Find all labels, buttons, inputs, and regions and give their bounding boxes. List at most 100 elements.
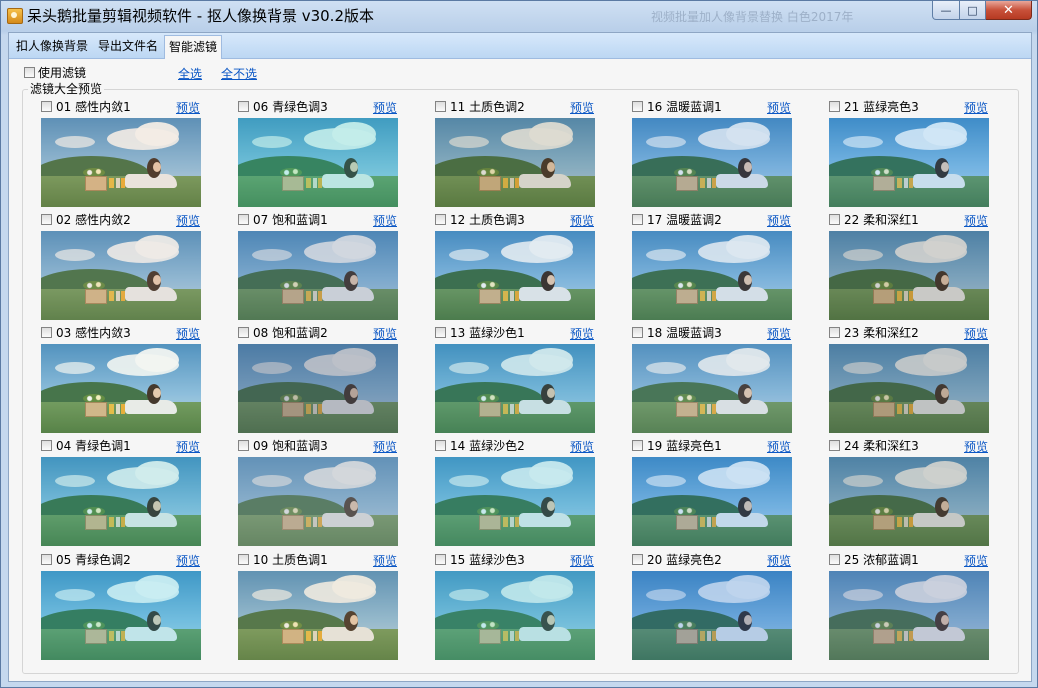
use-filter-checkbox[interactable]: 使用滤镜 <box>24 64 86 81</box>
filter-thumbnail[interactable] <box>829 118 989 207</box>
filter-checkbox[interactable] <box>632 326 643 338</box>
preview-link[interactable]: 预览 <box>373 212 397 229</box>
filter-checkbox[interactable] <box>238 553 249 565</box>
filter-checkbox[interactable] <box>41 439 52 451</box>
filter-checkbox[interactable] <box>41 213 52 225</box>
filter-thumbnail[interactable] <box>238 231 398 320</box>
window-title: 呆头鹅批量剪辑视频软件 - 抠人像换背景 v30.2版本 <box>27 7 374 25</box>
filter-item: 06 青绿色调3 预览 <box>238 98 400 207</box>
filter-thumbnail[interactable] <box>829 344 989 433</box>
preview-link[interactable]: 预览 <box>373 325 397 342</box>
preview-link[interactable]: 预览 <box>767 325 791 342</box>
filter-thumbnail[interactable] <box>238 571 398 660</box>
preview-link[interactable]: 预览 <box>570 438 594 455</box>
preview-link[interactable]: 预览 <box>964 325 988 342</box>
filter-checkbox[interactable] <box>238 326 249 338</box>
filter-checkbox[interactable] <box>238 213 249 225</box>
filter-item: 18 温暖蓝调3 预览 <box>632 324 794 433</box>
close-button[interactable]: ✕ <box>986 1 1032 20</box>
filter-thumbnail[interactable] <box>435 457 595 546</box>
preview-link[interactable]: 预览 <box>176 325 200 342</box>
filter-thumbnail[interactable] <box>238 457 398 546</box>
use-filter-label: 使用滤镜 <box>38 66 87 80</box>
preview-link[interactable]: 预览 <box>176 438 200 455</box>
filter-tint <box>238 571 398 660</box>
preview-link[interactable]: 预览 <box>964 552 988 569</box>
select-all-link[interactable]: 全选 <box>178 65 202 82</box>
deselect-all-link[interactable]: 全不选 <box>221 65 257 82</box>
filter-checkbox[interactable] <box>632 553 643 565</box>
tab-export-filename[interactable]: 导出文件名 <box>94 36 162 57</box>
filter-thumbnail[interactable] <box>829 231 989 320</box>
filter-checkbox[interactable] <box>829 439 840 451</box>
preview-link[interactable]: 预览 <box>570 212 594 229</box>
filter-checkbox[interactable] <box>435 326 446 338</box>
filter-item: 24 柔和深红3 预览 <box>829 437 991 546</box>
filter-thumbnail[interactable] <box>632 118 792 207</box>
filter-checkbox[interactable] <box>41 553 52 565</box>
filter-thumbnail[interactable] <box>41 231 201 320</box>
preview-link[interactable]: 预览 <box>964 212 988 229</box>
filter-thumbnail[interactable] <box>632 231 792 320</box>
filter-checkbox[interactable] <box>829 100 840 112</box>
filter-thumbnail[interactable] <box>829 457 989 546</box>
filter-item: 10 土质色调1 预览 <box>238 551 400 660</box>
filter-name: 18 温暖蓝调3 <box>647 325 722 340</box>
filter-item: 19 蓝绿亮色1 预览 <box>632 437 794 546</box>
filter-thumbnail[interactable] <box>238 344 398 433</box>
preview-link[interactable]: 预览 <box>373 552 397 569</box>
preview-link[interactable]: 预览 <box>767 212 791 229</box>
filter-checkbox[interactable] <box>829 213 840 225</box>
filter-checkbox[interactable] <box>632 213 643 225</box>
filter-name: 17 温暖蓝调2 <box>647 212 722 227</box>
preview-link[interactable]: 预览 <box>373 99 397 116</box>
filter-checkbox[interactable] <box>41 100 52 112</box>
preview-link[interactable]: 预览 <box>373 438 397 455</box>
filter-checkbox[interactable] <box>435 553 446 565</box>
maximize-button[interactable]: □ <box>960 1 986 20</box>
tab-cutout-background[interactable]: 扣人像换背景 <box>12 36 92 57</box>
filter-checkbox[interactable] <box>41 326 52 338</box>
app-window: 呆头鹅批量剪辑视频软件 - 抠人像换背景 v30.2版本 视频批量加人像背景替换… <box>0 0 1038 688</box>
filter-thumbnail[interactable] <box>435 571 595 660</box>
filter-thumbnail[interactable] <box>238 118 398 207</box>
preview-link[interactable]: 预览 <box>176 552 200 569</box>
filter-thumbnail[interactable] <box>632 457 792 546</box>
filter-thumbnail[interactable] <box>41 118 201 207</box>
preview-link[interactable]: 预览 <box>176 212 200 229</box>
filter-thumbnail[interactable] <box>435 231 595 320</box>
checkbox-box[interactable] <box>24 67 35 78</box>
filter-name: 20 蓝绿亮色2 <box>647 552 722 567</box>
filter-thumbnail[interactable] <box>41 571 201 660</box>
filter-thumbnail[interactable] <box>632 344 792 433</box>
preview-link[interactable]: 预览 <box>176 99 200 116</box>
filter-checkbox[interactable] <box>238 100 249 112</box>
filter-checkbox[interactable] <box>435 100 446 112</box>
filter-checkbox[interactable] <box>435 439 446 451</box>
filter-thumbnail[interactable] <box>435 118 595 207</box>
title-bar[interactable]: 呆头鹅批量剪辑视频软件 - 抠人像换背景 v30.2版本 视频批量加人像背景替换… <box>1 1 1037 31</box>
filter-checkbox[interactable] <box>829 326 840 338</box>
filter-thumbnail[interactable] <box>829 571 989 660</box>
filter-checkbox[interactable] <box>632 439 643 451</box>
filter-thumbnail[interactable] <box>435 344 595 433</box>
preview-link[interactable]: 预览 <box>570 325 594 342</box>
tab-smart-filter[interactable]: 智能滤镜 <box>164 35 223 59</box>
filter-checkbox[interactable] <box>238 439 249 451</box>
filter-checkbox[interactable] <box>829 553 840 565</box>
filter-tint <box>435 571 595 660</box>
filter-checkbox[interactable] <box>632 100 643 112</box>
filter-tint <box>829 118 989 207</box>
filter-thumbnail[interactable] <box>41 344 201 433</box>
preview-link[interactable]: 预览 <box>964 99 988 116</box>
preview-link[interactable]: 预览 <box>570 99 594 116</box>
preview-link[interactable]: 预览 <box>767 99 791 116</box>
preview-link[interactable]: 预览 <box>767 438 791 455</box>
preview-link[interactable]: 预览 <box>767 552 791 569</box>
filter-thumbnail[interactable] <box>632 571 792 660</box>
filter-checkbox[interactable] <box>435 213 446 225</box>
preview-link[interactable]: 预览 <box>570 552 594 569</box>
minimize-button[interactable]: — <box>932 1 960 20</box>
filter-thumbnail[interactable] <box>41 457 201 546</box>
preview-link[interactable]: 预览 <box>964 438 988 455</box>
